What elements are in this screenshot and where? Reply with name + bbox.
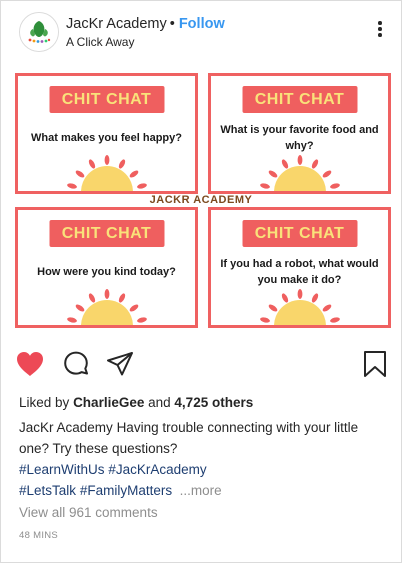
likes-joiner: and	[148, 395, 171, 410]
post-image[interactable]: CHIT CHAT What makes you feel happy? CHI…	[1, 63, 401, 337]
avatar[interactable]	[19, 12, 59, 52]
instagram-post: JacKr Academy • Follow A Click Away CHIT C…	[0, 0, 402, 563]
heart-filled-icon[interactable]	[15, 349, 45, 384]
view-comments-link[interactable]: View all 961 comments	[19, 505, 158, 520]
action-bar	[1, 349, 401, 383]
sun-icon	[66, 289, 147, 325]
card-question: How were you kind today?	[37, 266, 176, 278]
liked-by-user-link[interactable]: CharlieGee	[73, 395, 144, 410]
sun-icon	[259, 155, 340, 191]
likes-prefix: Liked by	[19, 395, 70, 410]
bookmark-icon[interactable]	[361, 349, 389, 384]
separator-dot: •	[169, 16, 175, 32]
hashtag-link[interactable]: #JacKrAcademy	[108, 462, 206, 477]
caption-more-link[interactable]: ...more	[180, 483, 222, 498]
sun-icon	[259, 289, 340, 325]
post-timestamp: 48 MINS	[19, 530, 59, 541]
username-link[interactable]: JacKr Academy	[66, 16, 167, 32]
academy-logo-icon	[20, 13, 58, 51]
post-header: JacKr Academy • Follow A Click Away	[1, 1, 401, 63]
follow-button[interactable]: Follow	[179, 16, 225, 32]
comment-bubble-icon[interactable]	[61, 349, 91, 384]
hashtag-link[interactable]: #LearnWithUs	[19, 462, 105, 477]
post-caption: JacKr Academy Having trouble connecting …	[19, 417, 389, 501]
paper-plane-icon[interactable]	[105, 349, 135, 384]
location-link[interactable]: A Click Away	[66, 35, 134, 49]
card-banner: CHIT CHAT	[242, 86, 357, 113]
caption-username-link[interactable]: JacKr Academy	[19, 420, 113, 435]
chit-chat-card: CHIT CHAT If you had a robot, what would…	[208, 207, 391, 328]
card-question: What is your favorite food and why?	[220, 124, 379, 152]
hashtag-link[interactable]: #LetsTalk	[19, 483, 76, 498]
likes-summary: Liked by CharlieGee and 4,725 others	[19, 395, 253, 410]
image-watermark: JACKR ACADEMY	[149, 194, 253, 206]
card-question: What makes you feel happy?	[31, 132, 182, 144]
chit-chat-card: CHIT CHAT How were you kind today?	[15, 207, 198, 328]
card-banner: CHIT CHAT	[49, 220, 164, 247]
chit-chat-card: CHIT CHAT What makes you feel happy?	[15, 73, 198, 194]
card-banner: CHIT CHAT	[49, 86, 164, 113]
likes-count-link[interactable]: 4,725 others	[174, 395, 253, 410]
sun-icon	[66, 155, 147, 191]
hashtag-link[interactable]: #FamilyMatters	[80, 483, 172, 498]
user-line: JacKr Academy • Follow	[66, 16, 225, 32]
more-options-icon[interactable]	[377, 21, 383, 39]
chit-chat-card: CHIT CHAT What is your favorite food and…	[208, 73, 391, 194]
card-question: If you had a robot, what would you make …	[220, 258, 379, 286]
card-banner: CHIT CHAT	[242, 220, 357, 247]
